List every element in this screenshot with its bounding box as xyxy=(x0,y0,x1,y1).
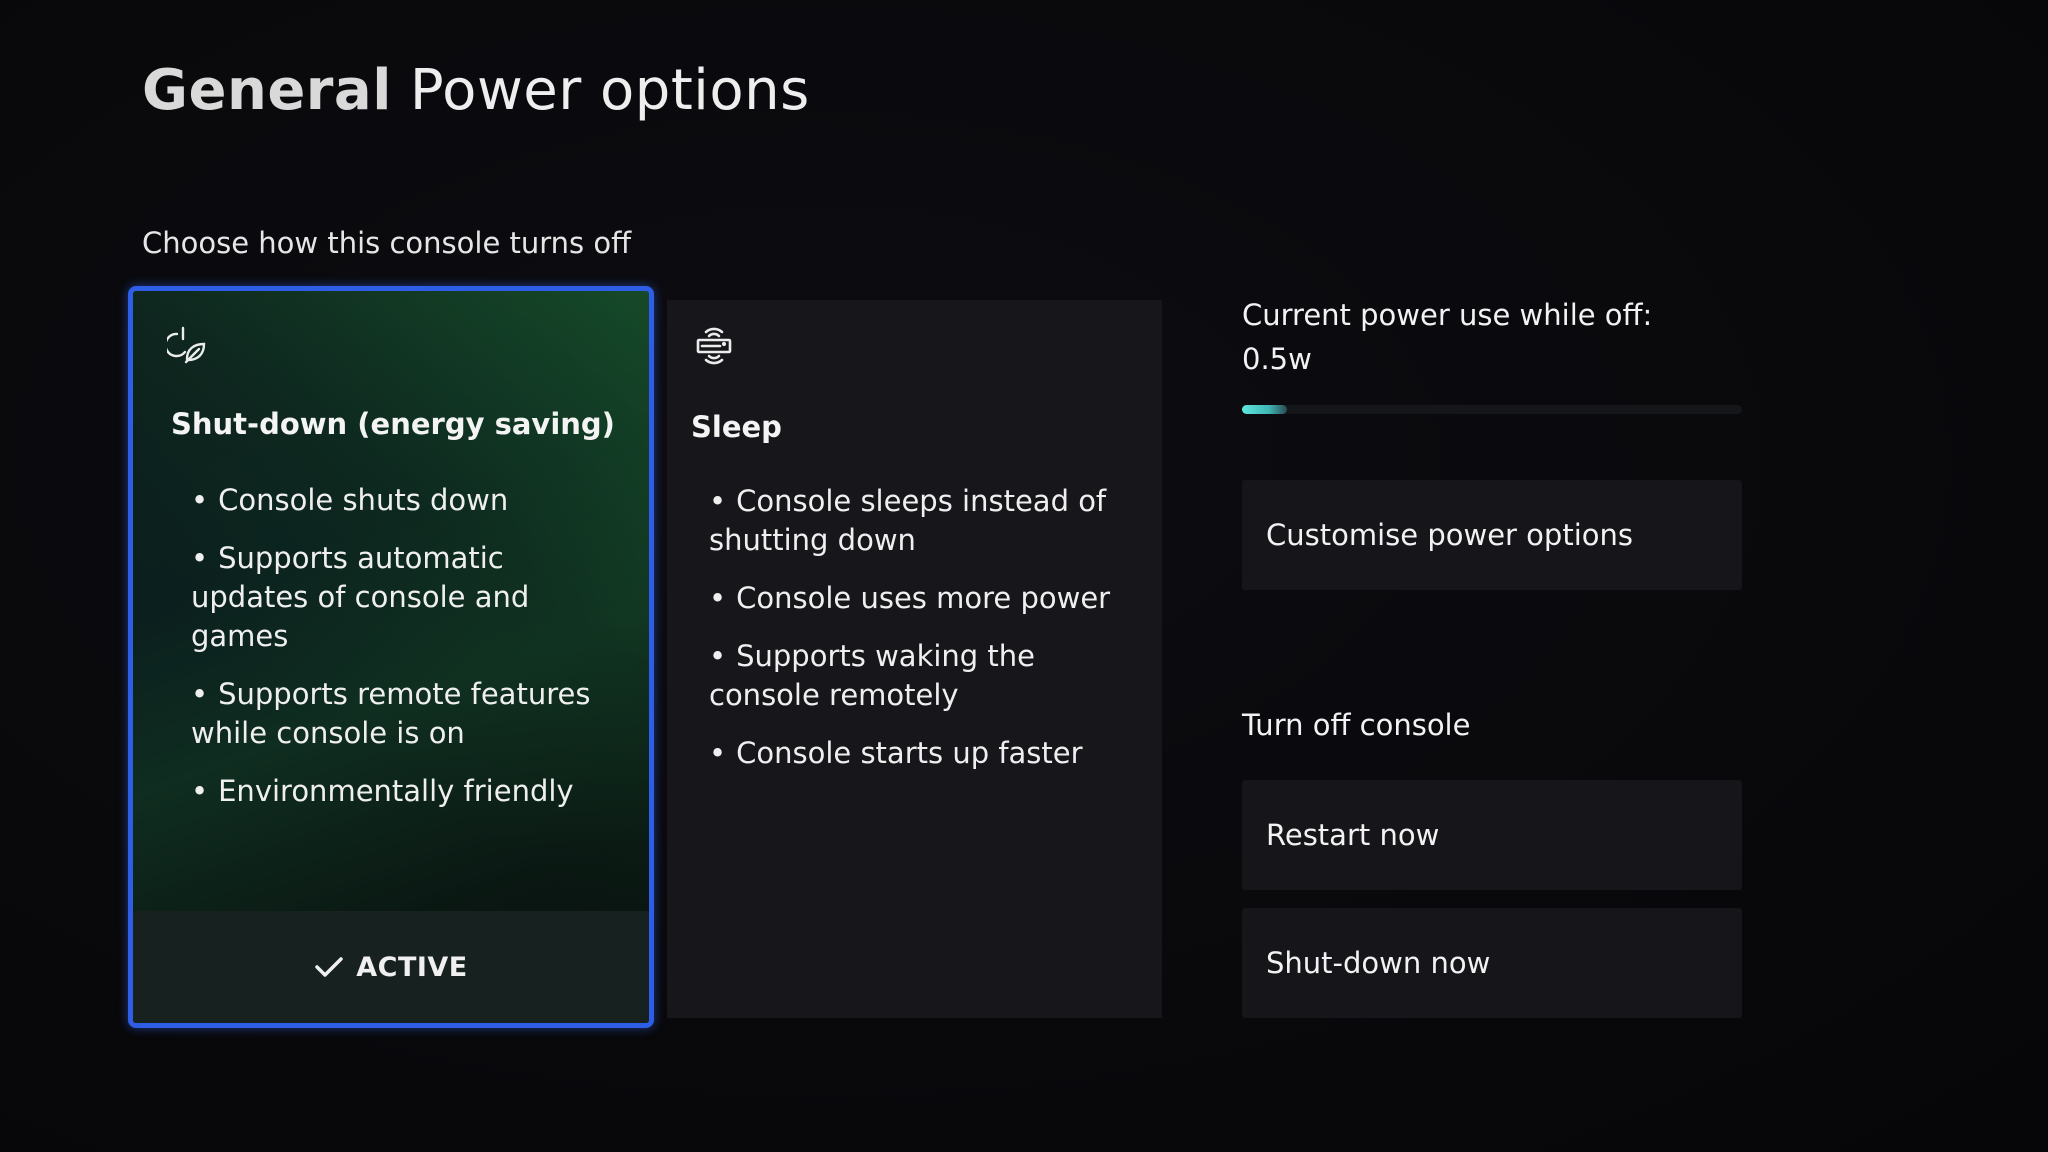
power-leaf-icon xyxy=(167,326,206,364)
shutdown-mode-card[interactable]: Shut-down (energy saving) • Console shuts… xyxy=(128,286,654,1028)
section-subtitle: Choose how this console turns off xyxy=(142,226,632,260)
turn-off-section-label: Turn off console xyxy=(1242,708,1471,742)
power-use-value: 0.5w xyxy=(1242,342,1312,376)
breadcrumb: General xyxy=(142,58,392,123)
feature-item: • Console starts up faster xyxy=(709,736,1083,770)
power-use-meter-fill xyxy=(1242,405,1287,414)
page-heading: Power options xyxy=(409,58,810,123)
sleep-mode-card[interactable]: Sleep • Console sleeps instead of shuttin… xyxy=(667,300,1162,1018)
feature-item: • Console sleeps instead of shutting down xyxy=(709,484,1107,557)
feature-item: • Supports waking the console remotely xyxy=(709,639,1036,712)
feature-item: • Console shuts down xyxy=(191,483,509,517)
console-wireless-icon xyxy=(696,327,732,365)
power-use-meter xyxy=(1242,405,1742,414)
active-status-label: ACTIVE xyxy=(356,951,468,983)
customise-power-options-button[interactable]: Customise power options xyxy=(1242,480,1742,590)
feature-item: • Environmentally friendly xyxy=(191,774,574,808)
page-title: General Power options xyxy=(142,58,810,123)
feature-item: • Supports automatic updates of console a… xyxy=(191,541,530,653)
sleep-mode-title: Sleep xyxy=(691,410,782,444)
shutdown-mode-features: • Console shuts down • Supports automatic … xyxy=(191,481,611,830)
restart-now-button[interactable]: Restart now xyxy=(1242,780,1742,890)
power-use-label: Current power use while off: xyxy=(1242,298,1653,332)
sleep-mode-features: • Console sleeps instead of shutting down… xyxy=(709,482,1139,792)
checkmark-icon xyxy=(315,957,343,977)
feature-item: • Supports remote features while console … xyxy=(191,677,591,750)
shutdown-mode-title: Shut-down (energy saving) xyxy=(171,407,615,441)
active-status-badge: ACTIVE xyxy=(133,911,649,1023)
shutdown-now-button[interactable]: Shut-down now xyxy=(1242,908,1742,1018)
feature-item: • Console uses more power xyxy=(709,581,1111,615)
